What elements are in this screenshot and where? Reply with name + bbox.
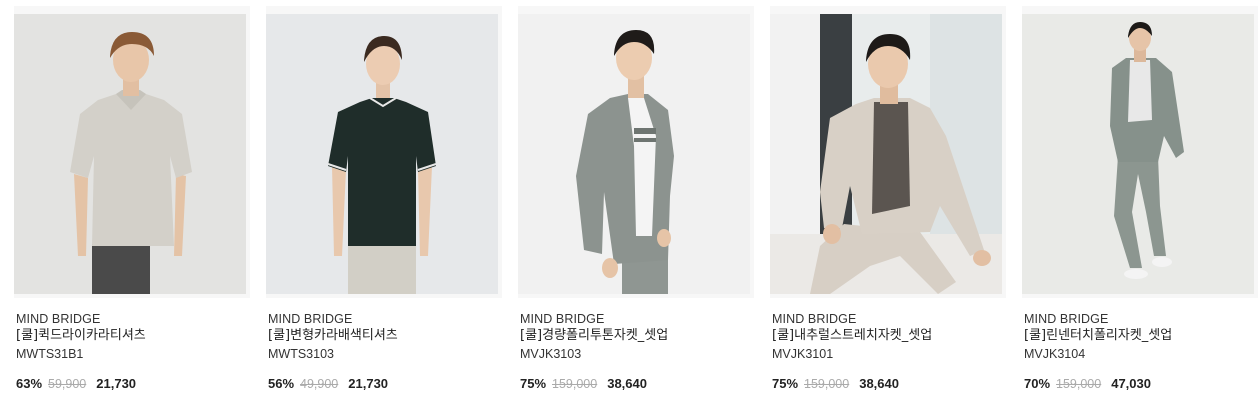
product-card[interactable]: MIND BRIDGE [쿨]경량폴리투톤자켓_셋업 MVJK3103 75% …: [518, 6, 754, 410]
original-price: 49,900: [300, 377, 339, 391]
product-name[interactable]: [쿨]경량폴리투톤자켓_셋업: [520, 327, 752, 345]
discount-rate: 63%: [16, 376, 43, 391]
product-card[interactable]: MIND BRIDGE [쿨]변형카라배색티셔츠 MWTS3103 56% 49…: [266, 6, 502, 410]
product-code: MWTS31B1: [16, 347, 84, 361]
product-brand: MIND BRIDGE: [268, 312, 353, 326]
product-image[interactable]: [770, 6, 1006, 298]
product-code: MVJK3104: [1024, 347, 1086, 361]
model-photo: [14, 14, 246, 294]
sale-price: 38,640: [607, 376, 647, 391]
product-image[interactable]: [518, 6, 754, 298]
product-code: MVJK3103: [520, 347, 582, 361]
original-price: 59,900: [48, 377, 87, 391]
product-card[interactable]: MIND BRIDGE [쿨]퀵드라이카라티셔츠 MWTS31B1 63% 59…: [14, 6, 250, 410]
product-brand: MIND BRIDGE: [16, 312, 101, 326]
price-row: 75% 159,000 38,640: [520, 375, 752, 393]
product-card[interactable]: MIND BRIDGE [쿨]내추럴스트레치자켓_셋업 MVJK3101 75%…: [770, 6, 1006, 410]
original-price: 159,000: [804, 377, 850, 391]
price-row: 63% 59,900 21,730: [16, 375, 248, 393]
model-photo: [266, 14, 498, 294]
product-brand: MIND BRIDGE: [1024, 312, 1109, 326]
price-row: 70% 159,000 47,030: [1024, 375, 1256, 393]
discount-rate: 75%: [772, 376, 799, 391]
sale-price: 21,730: [348, 376, 389, 391]
product-grid: MIND BRIDGE [쿨]퀵드라이카라티셔츠 MWTS31B1 63% 59…: [0, 0, 1258, 416]
product-image[interactable]: [1022, 6, 1258, 298]
sale-price: 47,030: [1111, 376, 1151, 391]
model-photo: [1022, 14, 1254, 294]
discount-rate: 56%: [268, 376, 295, 391]
product-brand: MIND BRIDGE: [772, 312, 857, 326]
sale-price: 38,640: [859, 376, 899, 391]
product-code: MWTS3103: [268, 347, 334, 361]
original-price: 159,000: [552, 377, 598, 391]
discount-rate: 70%: [1024, 376, 1051, 391]
product-name[interactable]: [쿨]퀵드라이카라티셔츠: [16, 327, 248, 345]
model-photo: [770, 14, 1002, 294]
product-image[interactable]: [14, 6, 250, 298]
model-photo: [518, 14, 750, 294]
product-name[interactable]: [쿨]내추럴스트레치자켓_셋업: [772, 327, 1004, 345]
product-card[interactable]: MIND BRIDGE [쿨]린넨터치폴리자켓_셋업 MVJK3104 70% …: [1022, 6, 1258, 410]
price-row: 75% 159,000 38,640: [772, 375, 1004, 393]
product-brand: MIND BRIDGE: [520, 312, 605, 326]
original-price: 159,000: [1056, 377, 1102, 391]
price-row: 56% 49,900 21,730: [268, 375, 500, 393]
product-name[interactable]: [쿨]변형카라배색티셔츠: [268, 327, 500, 345]
sale-price: 21,730: [96, 376, 137, 391]
product-image[interactable]: [266, 6, 502, 298]
product-code: MVJK3101: [772, 347, 834, 361]
product-name[interactable]: [쿨]린넨터치폴리자켓_셋업: [1024, 327, 1256, 345]
discount-rate: 75%: [520, 376, 547, 391]
